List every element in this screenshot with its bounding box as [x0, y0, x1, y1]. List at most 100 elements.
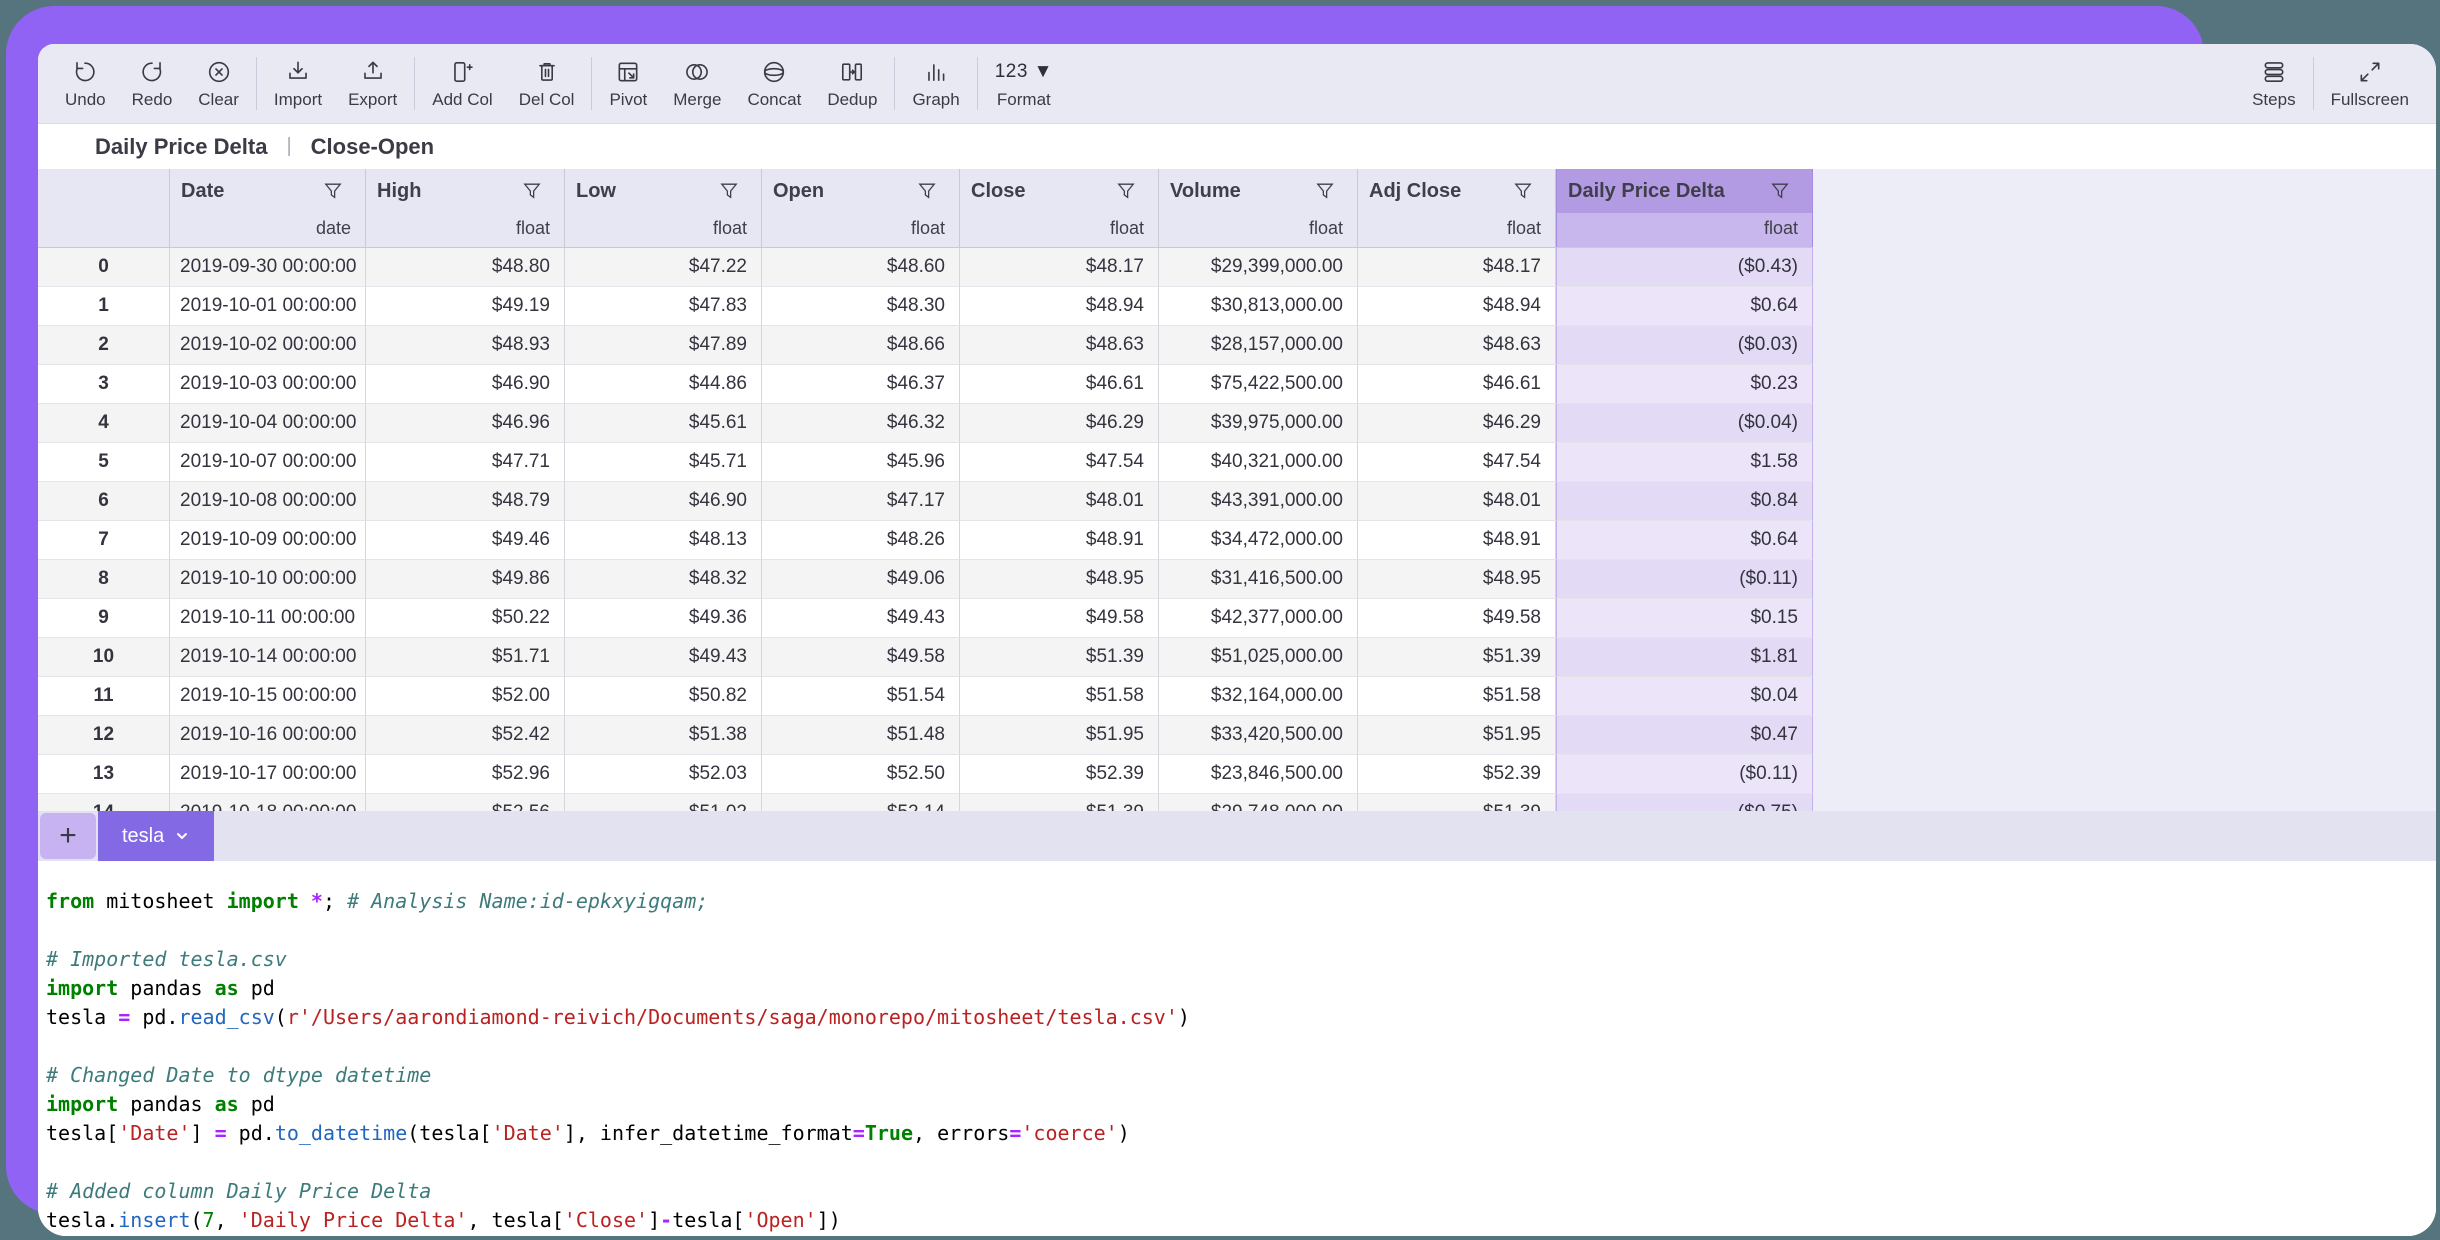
table-cell[interactable]: $49.06	[762, 560, 960, 599]
table-cell[interactable]: $48.95	[960, 560, 1159, 599]
table-cell[interactable]: $49.58	[1358, 599, 1556, 638]
column-header-volume[interactable]: Volume	[1159, 169, 1358, 213]
table-cell[interactable]: $48.17	[1358, 248, 1556, 287]
table-cell[interactable]: $40,321,000.00	[1159, 443, 1358, 482]
table-cell[interactable]: $47.22	[565, 248, 762, 287]
table-cell[interactable]: ($0.04)	[1556, 404, 1813, 443]
filter-icon[interactable]	[1513, 181, 1533, 201]
table-cell[interactable]: $0.84	[1556, 482, 1813, 521]
table-cell[interactable]: $46.32	[762, 404, 960, 443]
undo-button[interactable]: Undo	[52, 44, 119, 123]
table-cell[interactable]: $28,157,000.00	[1159, 326, 1358, 365]
table-cell[interactable]: $29,748,000.00	[1159, 794, 1358, 811]
table-cell[interactable]: $46.96	[366, 404, 565, 443]
table-cell[interactable]: 2019-10-07 00:00:00	[170, 443, 366, 482]
table-cell[interactable]: $52.50	[762, 755, 960, 794]
table-cell[interactable]: $49.58	[960, 599, 1159, 638]
table-cell[interactable]: $49.86	[366, 560, 565, 599]
table-cell[interactable]: 2019-10-18 00:00:00	[170, 794, 366, 811]
clear-button[interactable]: Clear	[185, 44, 252, 123]
filter-icon[interactable]	[522, 181, 542, 201]
table-cell[interactable]: $46.61	[1358, 365, 1556, 404]
table-cell[interactable]: $51.71	[366, 638, 565, 677]
table-cell[interactable]: 2019-10-15 00:00:00	[170, 677, 366, 716]
table-cell[interactable]: $23,846,500.00	[1159, 755, 1358, 794]
table-cell[interactable]: $51.38	[565, 716, 762, 755]
table-cell[interactable]: $33,420,500.00	[1159, 716, 1358, 755]
table-cell[interactable]: 2019-10-09 00:00:00	[170, 521, 366, 560]
table-cell[interactable]: $48.91	[960, 521, 1159, 560]
column-header-daily-price-delta[interactable]: Daily Price Delta	[1556, 169, 1813, 213]
concat-button[interactable]: Concat	[734, 44, 814, 123]
column-header-low[interactable]: Low	[565, 169, 762, 213]
table-cell[interactable]: $45.61	[565, 404, 762, 443]
row-index[interactable]: 6	[38, 482, 170, 521]
row-index[interactable]: 8	[38, 560, 170, 599]
row-index[interactable]: 11	[38, 677, 170, 716]
table-cell[interactable]: $49.43	[565, 638, 762, 677]
table-cell[interactable]: $46.29	[1358, 404, 1556, 443]
row-index[interactable]: 13	[38, 755, 170, 794]
add-col-button[interactable]: Add Col	[419, 44, 505, 123]
del-col-button[interactable]: Del Col	[506, 44, 588, 123]
table-cell[interactable]: $48.91	[1358, 521, 1556, 560]
table-cell[interactable]: $43,391,000.00	[1159, 482, 1358, 521]
column-header-open[interactable]: Open	[762, 169, 960, 213]
table-cell[interactable]: $51.39	[1358, 638, 1556, 677]
add-sheet-button[interactable]: +	[40, 813, 96, 859]
table-cell[interactable]: $48.17	[960, 248, 1159, 287]
table-cell[interactable]: $1.81	[1556, 638, 1813, 677]
row-index[interactable]: 10	[38, 638, 170, 677]
table-cell[interactable]: $30,813,000.00	[1159, 287, 1358, 326]
table-cell[interactable]: $52.39	[960, 755, 1159, 794]
table-cell[interactable]: $51.58	[960, 677, 1159, 716]
table-cell[interactable]: $42,377,000.00	[1159, 599, 1358, 638]
table-cell[interactable]: $34,472,000.00	[1159, 521, 1358, 560]
table-cell[interactable]: $32,164,000.00	[1159, 677, 1358, 716]
table-cell[interactable]: $51.39	[960, 638, 1159, 677]
table-cell[interactable]: 2019-10-16 00:00:00	[170, 716, 366, 755]
table-cell[interactable]: $51.54	[762, 677, 960, 716]
table-cell[interactable]: $51.58	[1358, 677, 1556, 716]
table-cell[interactable]: $52.96	[366, 755, 565, 794]
table-cell[interactable]: $48.94	[1358, 287, 1556, 326]
table-cell[interactable]: $49.43	[762, 599, 960, 638]
table-cell[interactable]: $46.29	[960, 404, 1159, 443]
table-cell[interactable]: $45.71	[565, 443, 762, 482]
row-index[interactable]: 2	[38, 326, 170, 365]
table-cell[interactable]: $46.90	[565, 482, 762, 521]
pivot-button[interactable]: Pivot	[596, 44, 660, 123]
import-button[interactable]: Import	[261, 44, 335, 123]
row-index[interactable]: 3	[38, 365, 170, 404]
export-button[interactable]: Export	[335, 44, 410, 123]
table-cell[interactable]: 2019-10-03 00:00:00	[170, 365, 366, 404]
table-cell[interactable]: $47.89	[565, 326, 762, 365]
table-cell[interactable]: $48.01	[1358, 482, 1556, 521]
table-cell[interactable]: $51,025,000.00	[1159, 638, 1358, 677]
table-cell[interactable]: $48.32	[565, 560, 762, 599]
table-cell[interactable]: $48.01	[960, 482, 1159, 521]
steps-button[interactable]: Steps	[2239, 44, 2308, 123]
table-cell[interactable]: $48.95	[1358, 560, 1556, 599]
graph-button[interactable]: Graph	[899, 44, 972, 123]
redo-button[interactable]: Redo	[119, 44, 186, 123]
row-index[interactable]: 7	[38, 521, 170, 560]
table-cell[interactable]: 2019-10-11 00:00:00	[170, 599, 366, 638]
table-cell[interactable]: $48.94	[960, 287, 1159, 326]
table-cell[interactable]: $48.66	[762, 326, 960, 365]
table-cell[interactable]: $51.95	[1358, 716, 1556, 755]
filter-icon[interactable]	[1315, 181, 1335, 201]
filter-icon[interactable]	[1116, 181, 1136, 201]
table-cell[interactable]: $44.86	[565, 365, 762, 404]
table-cell[interactable]: $52.00	[366, 677, 565, 716]
table-cell[interactable]: $52.39	[1358, 755, 1556, 794]
column-header-high[interactable]: High	[366, 169, 565, 213]
table-cell[interactable]: $31,416,500.00	[1159, 560, 1358, 599]
table-cell[interactable]: $49.46	[366, 521, 565, 560]
table-cell[interactable]: $51.48	[762, 716, 960, 755]
table-cell[interactable]: $46.37	[762, 365, 960, 404]
table-cell[interactable]: ($0.11)	[1556, 560, 1813, 599]
table-cell[interactable]: $48.26	[762, 521, 960, 560]
table-cell[interactable]: $47.83	[565, 287, 762, 326]
row-index[interactable]: 4	[38, 404, 170, 443]
